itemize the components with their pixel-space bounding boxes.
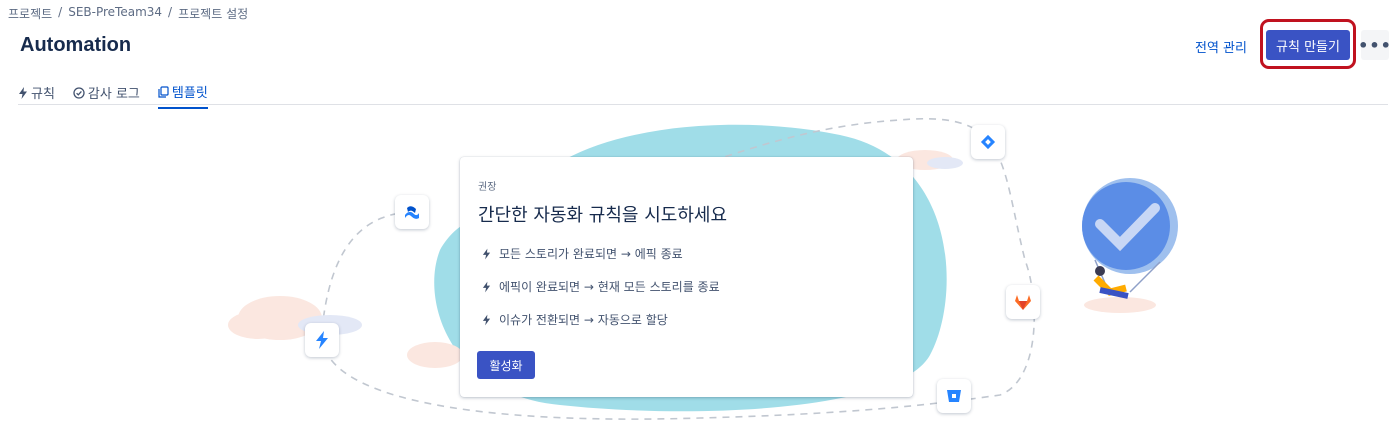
template-item-text: 이슈가 전환되면 → 자동으로 할당 bbox=[499, 313, 668, 327]
cloud-small bbox=[407, 342, 463, 368]
bolt-icon bbox=[482, 314, 491, 325]
template-card: 권장 간단한 자동화 규칙을 시도하세요 모든 스토리가 완료되면 → 에픽 종… bbox=[460, 157, 913, 397]
gitlab-icon bbox=[1006, 285, 1040, 319]
card-eyebrow: 권장 bbox=[478, 182, 497, 193]
balloon-illustration bbox=[1082, 178, 1178, 313]
bolt-icon bbox=[482, 281, 491, 292]
automation-bolt-icon bbox=[305, 323, 339, 357]
bitbucket-icon bbox=[937, 379, 971, 413]
bolt-icon bbox=[482, 248, 491, 259]
template-item: 이슈가 전환되면 → 자동으로 할당 bbox=[482, 311, 668, 328]
jira-icon bbox=[971, 125, 1005, 159]
confluence-icon bbox=[395, 195, 429, 229]
card-title: 간단한 자동화 규칙을 시도하세요 bbox=[478, 205, 728, 226]
cloud-left bbox=[228, 296, 362, 340]
activate-button[interactable]: 활성화 bbox=[477, 351, 535, 379]
template-item-text: 에픽이 완료되면 → 현재 모든 스토리를 종료 bbox=[499, 280, 720, 294]
template-item: 모든 스토리가 완료되면 → 에픽 종료 bbox=[482, 245, 683, 262]
template-item-text: 모든 스토리가 완료되면 → 에픽 종료 bbox=[499, 247, 683, 261]
template-item: 에픽이 완료되면 → 현재 모든 스토리를 종료 bbox=[482, 278, 720, 295]
